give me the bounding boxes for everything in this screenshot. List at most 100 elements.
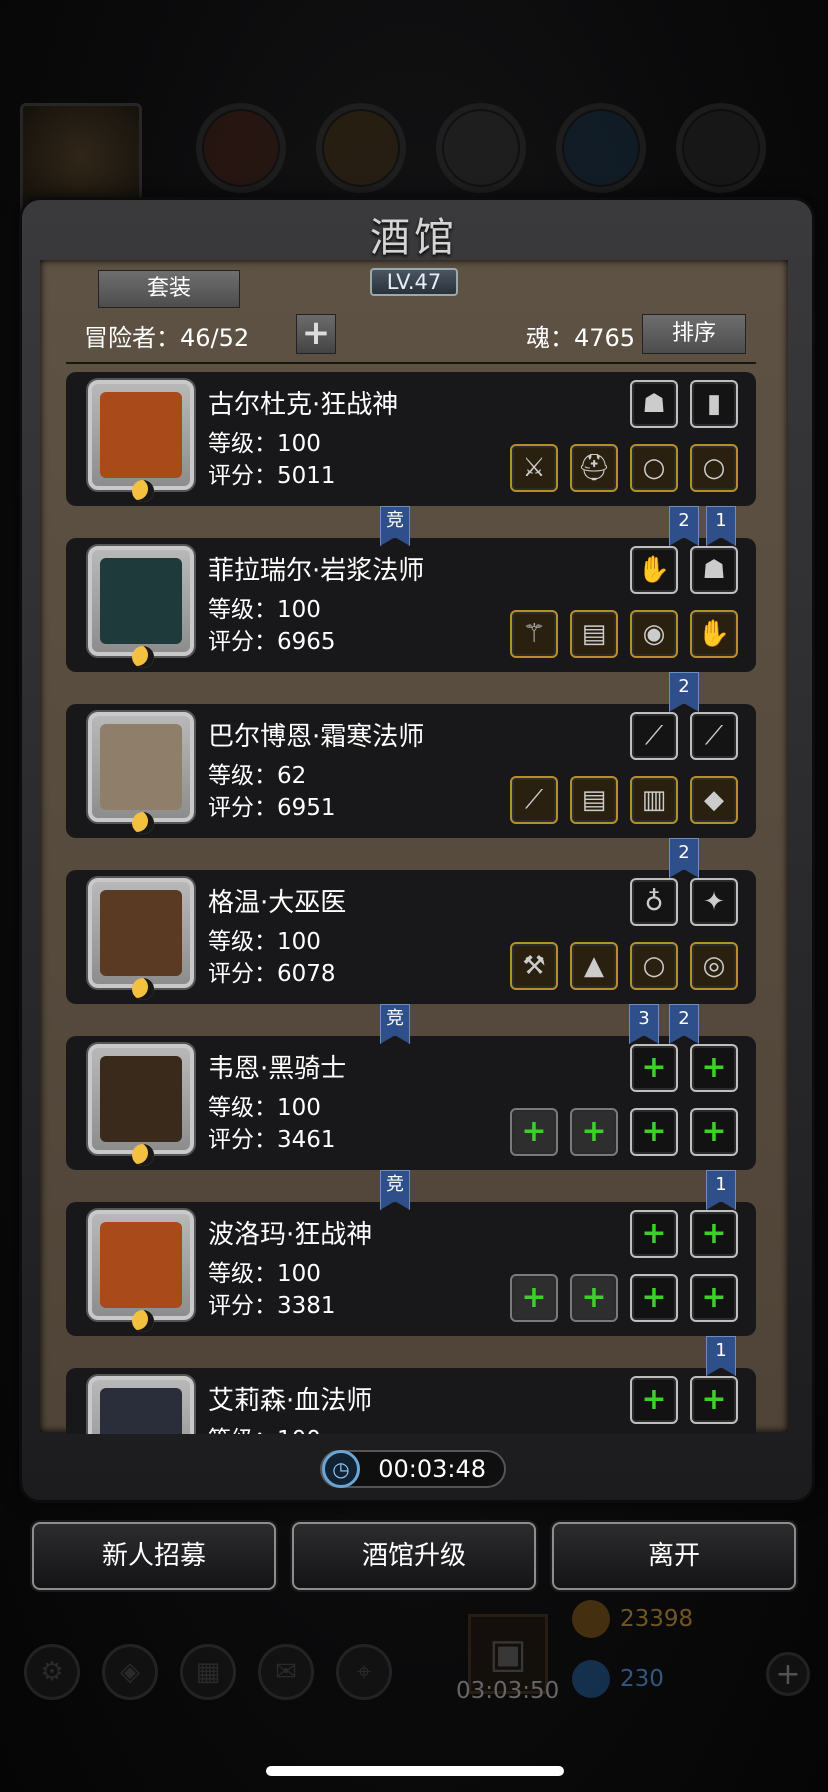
add-icon[interactable]: + bbox=[630, 1210, 678, 1258]
hero-level: 等级：100 bbox=[208, 929, 321, 955]
hero-portrait[interactable] bbox=[88, 712, 194, 834]
ring-icon[interactable]: ○ bbox=[630, 942, 678, 990]
set-equipment-button[interactable]: 套装 bbox=[98, 270, 240, 308]
hero-level: 等级：100 bbox=[208, 597, 321, 623]
shield-icon[interactable]: ◈ bbox=[102, 1644, 158, 1700]
axe-icon[interactable]: ⚔ bbox=[510, 444, 558, 492]
ring-icon[interactable]: ○ bbox=[630, 444, 678, 492]
crystal-resource-icon bbox=[556, 103, 646, 193]
ring-icon[interactable]: ○ bbox=[690, 444, 738, 492]
hero-list[interactable]: 古尔杜克·狂战神 等级：100 评分：5011 ☗ ▮ ⚔ ⛑ ○ ○ 菲拉瑞尔·岩浆法师 等级：1… bbox=[66, 372, 756, 1434]
cape-icon[interactable]: ▥ bbox=[630, 776, 678, 824]
hero-score: 评分：6951 bbox=[208, 795, 336, 821]
top-resource-bar: 8 143996 38450 175510 317503 bbox=[0, 95, 828, 221]
hero-portrait[interactable] bbox=[88, 1210, 194, 1332]
glove-icon[interactable]: ✋ bbox=[630, 546, 678, 594]
recruit-button[interactable]: 新人招募 bbox=[32, 1522, 276, 1590]
hero-name: 巴尔博恩·霜寒法师 bbox=[208, 722, 425, 752]
hero-card[interactable]: 波洛玛·狂战神 等级：100 评分：3381 + + + + + + bbox=[66, 1202, 756, 1336]
add-icon[interactable]: + bbox=[630, 1108, 678, 1156]
moon-icon bbox=[132, 1310, 154, 1332]
hero-card[interactable]: 巴尔博恩·霜寒法师 等级：62 评分：6951 ⟋ ⟋ ⟋ ▤ ▥ ◆ bbox=[66, 704, 756, 838]
moon-icon bbox=[132, 1144, 154, 1166]
soul-count: 魂：4765 bbox=[526, 324, 636, 352]
moon-icon bbox=[132, 480, 154, 502]
add-icon[interactable]: + bbox=[630, 1376, 678, 1424]
moon-icon bbox=[132, 646, 154, 668]
bow-icon[interactable]: ⟋ bbox=[690, 712, 738, 760]
add-icon[interactable]: + bbox=[510, 1108, 558, 1156]
hero-name: 古尔杜克·狂战神 bbox=[208, 390, 399, 420]
gem-icon[interactable]: ◆ bbox=[690, 776, 738, 824]
add-icon[interactable]: + bbox=[690, 1044, 738, 1092]
hero-level: 等级：100 bbox=[208, 1420, 321, 1434]
bracer-icon[interactable]: ▮ bbox=[690, 380, 738, 428]
add-icon[interactable]: + bbox=[510, 1274, 558, 1322]
hero-level: 等级：100 bbox=[208, 431, 321, 457]
hero-portrait[interactable] bbox=[88, 1376, 194, 1434]
header-divider bbox=[66, 362, 756, 364]
add-icon[interactable]: + bbox=[630, 1044, 678, 1092]
add-icon[interactable]: + bbox=[690, 1376, 738, 1424]
meat-resource-icon bbox=[196, 103, 286, 193]
hero-name: 韦恩·黑骑士 bbox=[208, 1054, 347, 1084]
club-icon[interactable]: ⚒ bbox=[510, 942, 558, 990]
add-icon[interactable]: + bbox=[690, 1210, 738, 1258]
home-indicator[interactable] bbox=[266, 1766, 564, 1776]
hero-level: 等级：100 bbox=[208, 1261, 321, 1287]
hero-score: 评分：6078 bbox=[208, 961, 336, 987]
upgrade-tavern-button[interactable]: 酒馆升级 bbox=[292, 1522, 536, 1590]
armor-icon[interactable]: ▤ bbox=[570, 776, 618, 824]
settings-icon[interactable]: ⚙ bbox=[24, 1644, 80, 1700]
hood-icon[interactable]: ▲ bbox=[570, 942, 618, 990]
add-icon[interactable]: + bbox=[570, 1274, 618, 1322]
stone-resource-icon bbox=[436, 103, 526, 193]
moon-icon bbox=[132, 812, 154, 834]
amulet-icon[interactable]: ♁ bbox=[630, 878, 678, 926]
hero-portrait[interactable] bbox=[88, 1044, 194, 1166]
moon-icon bbox=[132, 978, 154, 1000]
gem-value: 230 bbox=[620, 1666, 664, 1692]
helmet-icon[interactable]: ⛑ bbox=[570, 444, 618, 492]
mask-icon[interactable]: ☗ bbox=[690, 546, 738, 594]
bow-icon[interactable]: ⟋ bbox=[630, 712, 678, 760]
glove-icon[interactable]: ✋ bbox=[690, 610, 738, 658]
leave-button[interactable]: 离开 bbox=[552, 1522, 796, 1590]
mail-icon[interactable]: ✉ bbox=[258, 1644, 314, 1700]
gold-icon bbox=[572, 1600, 610, 1638]
hero-name: 波洛玛·狂战神 bbox=[208, 1220, 373, 1250]
add-currency-button[interactable]: + bbox=[766, 1652, 810, 1696]
staff-icon[interactable]: ⚚ bbox=[510, 610, 558, 658]
map-icon[interactable]: ⌖ bbox=[336, 1644, 392, 1700]
wood-resource-icon bbox=[316, 103, 406, 193]
hero-card[interactable]: 韦恩·黑骑士 等级：100 评分：3461 + + + + + + bbox=[66, 1036, 756, 1170]
clock-icon: ◷ bbox=[322, 1450, 360, 1488]
hero-card[interactable]: 艾莉森·血法师等级：100 ++ bbox=[66, 1368, 756, 1434]
hero-card[interactable]: 格温·大巫医等级：100 评分：6078 ♁ ✦ ⚒ ▲ ○ ◎ bbox=[66, 870, 756, 1004]
emblem-icon[interactable]: ✦ bbox=[690, 878, 738, 926]
hero-score: 评分：3381 bbox=[208, 1293, 336, 1319]
hero-portrait[interactable] bbox=[88, 878, 194, 1000]
add-icon[interactable]: + bbox=[690, 1108, 738, 1156]
tavern-level-badge: LV.47 bbox=[370, 268, 458, 296]
armor-icon[interactable]: ▤ bbox=[570, 610, 618, 658]
gem-icon bbox=[572, 1660, 610, 1698]
mask-icon[interactable]: ☗ bbox=[630, 380, 678, 428]
bracelet-icon[interactable]: ◎ bbox=[690, 942, 738, 990]
add-capacity-button[interactable]: + bbox=[296, 314, 336, 354]
hero-portrait[interactable] bbox=[88, 380, 194, 502]
add-icon[interactable]: + bbox=[690, 1274, 738, 1322]
hero-score: 评分：5011 bbox=[208, 463, 336, 489]
gold-value: 23398 bbox=[620, 1606, 694, 1632]
spear-icon[interactable]: ⟋ bbox=[510, 776, 558, 824]
hero-portrait[interactable] bbox=[88, 546, 194, 668]
hero-card[interactable]: 菲拉瑞尔·岩浆法师 等级：100 评分：6965 ✋ ☗ ⚚ ▤ ◉ ✋ bbox=[66, 538, 756, 672]
add-icon[interactable]: + bbox=[570, 1108, 618, 1156]
hero-score: 评分：6965 bbox=[208, 629, 336, 655]
hero-name: 格温·大巫医 bbox=[208, 888, 347, 918]
hero-card[interactable]: 古尔杜克·狂战神 等级：100 评分：5011 ☗ ▮ ⚔ ⛑ ○ ○ bbox=[66, 372, 756, 506]
add-icon[interactable]: + bbox=[630, 1274, 678, 1322]
orb-icon[interactable]: ◉ bbox=[630, 610, 678, 658]
guild-icon[interactable]: ▦ bbox=[180, 1644, 236, 1700]
sort-button[interactable]: 排序 bbox=[642, 314, 746, 354]
